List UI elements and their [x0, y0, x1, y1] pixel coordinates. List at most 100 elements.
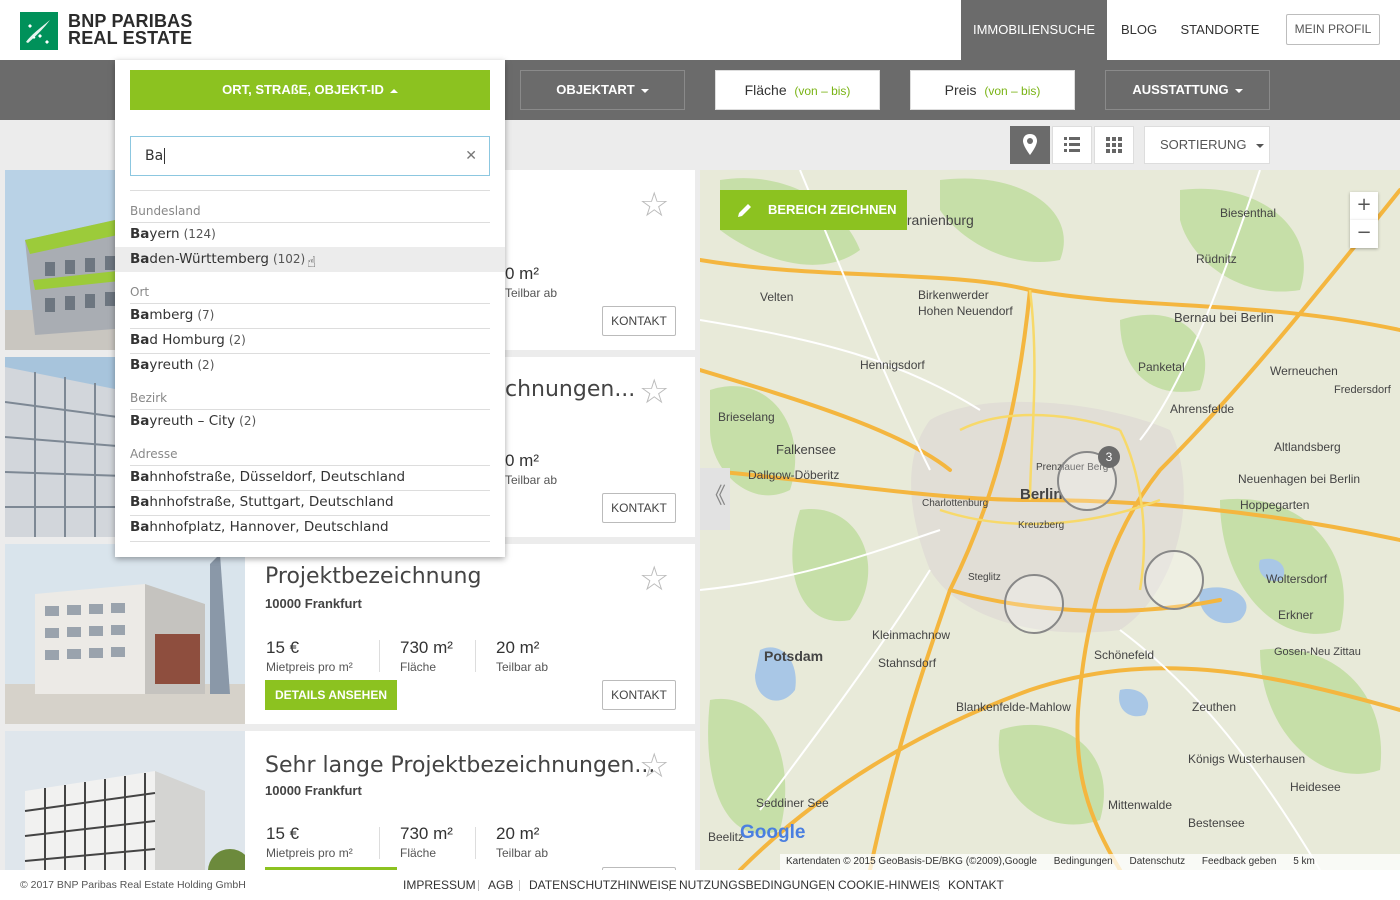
location-filter-label: ORT, STRAßE, OBJEKT-ID [222, 82, 384, 97]
ausstattung-label: AUSSTATTUNG [1132, 82, 1229, 97]
suggestion-item[interactable]: Bahnhofplatz, Hannover, Deutschland [130, 515, 490, 540]
match-text: Ba [130, 226, 150, 242]
zoom-in-button[interactable]: + [1350, 192, 1378, 220]
suggestion-item[interactable]: Baden-Württemberg (102) ☝ [115, 247, 505, 272]
suggestion-item[interactable]: Bad Homburg (2) [130, 328, 490, 353]
match-text: Ba [130, 494, 150, 510]
listing-card[interactable]: Sehr lange Projektbezeichnungen... 10000… [5, 731, 695, 870]
stat-divider [475, 827, 476, 859]
bnp-logo-icon[interactable] [20, 12, 58, 50]
suggestion-text: hnhofplatz, Hannover, Deutschland [149, 519, 389, 535]
footer-link-nutzungsbedingungen[interactable]: NUTZUNGSBEDINGUNGEN [679, 878, 835, 892]
map-view-button[interactable] [1010, 126, 1050, 164]
listing-image[interactable] [5, 731, 245, 870]
footer-link-agb[interactable]: AGB [488, 878, 513, 892]
sort-label: SORTIERUNG [1160, 137, 1247, 152]
pencil-icon [738, 204, 751, 217]
suggestion-text: den-Württemberg [149, 251, 269, 267]
group-label-adresse: Adresse [130, 447, 178, 461]
map-feedback-link[interactable]: Feedback geben [1202, 856, 1277, 867]
contact-button[interactable]: KONTAKT [602, 306, 676, 336]
suggestion-item[interactable]: Bahnhofstraße, Stuttgart, Deutschland [130, 490, 490, 515]
mein-profil-button[interactable]: MEIN PROFIL [1286, 14, 1380, 45]
contact-button[interactable]: KONTAKT [602, 680, 676, 710]
map-privacy-link[interactable]: Datenschutz [1130, 856, 1186, 867]
suggestion-item[interactable]: Bayreuth – City (2) [130, 409, 490, 434]
divisible-value: 0 m² [505, 264, 539, 283]
map-label-ahrensfelde: Ahrensfelde [1170, 402, 1235, 416]
listing-title[interactable]: chnungen... [505, 377, 635, 402]
stat-divider [379, 827, 380, 859]
map-label-blankenfelde: Blankenfelde-Mahlow [956, 700, 1071, 714]
footer-copyright: © 2017 BNP Paribas Real Estate Holding G… [20, 879, 246, 891]
favorite-star-icon[interactable]: ☆ [639, 188, 669, 222]
nav-standorte[interactable]: STANDORTE [1170, 0, 1270, 60]
suggestion-item[interactable]: Bamberg (7) [130, 303, 490, 328]
suggestion-item[interactable]: Bayreuth (2) [130, 353, 490, 378]
map-cluster[interactable] [1144, 550, 1204, 610]
map-label-fredersdorf: Fredersdorf [1334, 384, 1391, 396]
price-value: 15 € [266, 638, 300, 657]
listing-title[interactable]: Projektbezeichnung [265, 564, 481, 589]
google-logo[interactable]: Google [740, 822, 805, 844]
price-stat: 15 € Mietpreis pro m² [266, 824, 353, 860]
favorite-star-icon[interactable]: ☆ [639, 562, 669, 596]
map-label-stahnsdorf: Stahnsdorf [878, 656, 937, 670]
map-label-charlottenburg: Charlottenburg [922, 498, 989, 509]
flaeche-label: Fläche [744, 82, 787, 98]
listing-image[interactable] [5, 544, 245, 724]
suggestion-item[interactable]: Bayern (124) [130, 222, 490, 247]
area-label: Fläche [400, 660, 437, 674]
collapse-list-button[interactable]: 《 [700, 468, 730, 530]
sort-dropdown[interactable]: SORTIERUNG [1144, 126, 1270, 164]
location-search-input[interactable]: Ba ✕ [130, 136, 490, 176]
footer-link-impressum[interactable]: IMPRESSUM [403, 878, 476, 892]
map-label-woltersdorf: Woltersdorf [1266, 572, 1328, 586]
group-label-bundesland: Bundesland [130, 204, 201, 218]
suggestion-item[interactable]: Bahnhofstraße, Düsseldorf, Deutschland [130, 465, 490, 490]
objektart-filter[interactable]: OBJEKTART [520, 70, 685, 110]
price-label: Mietpreis pro m² [266, 660, 353, 674]
listing-city: 10000 Frankfurt [265, 783, 362, 798]
price-value: 15 € [266, 824, 300, 843]
map[interactable]: Berlin Potsdam Bernau bei Berlin Falkens… [700, 170, 1400, 870]
contact-button[interactable]: KONTAKT [602, 493, 676, 523]
listing-city: 10000 Frankfurt [265, 596, 362, 611]
grid-view-button[interactable] [1094, 126, 1134, 164]
listing-card[interactable]: Projektbezeichnung 10000 Frankfurt 15 € … [5, 544, 695, 724]
favorite-star-icon[interactable]: ☆ [639, 375, 669, 409]
suggestion-count: (2) [239, 414, 257, 428]
zoom-out-button[interactable]: − [1350, 220, 1378, 248]
flaeche-filter[interactable]: Fläche (von – bis) [715, 70, 880, 110]
price-label: Mietpreis pro m² [266, 846, 353, 860]
area-stat: 730 m² Fläche [400, 638, 453, 674]
footer-link-kontakt[interactable]: KONTAKT [948, 878, 1004, 892]
footer-link-cookie[interactable]: COOKIE-HINWEIS [838, 878, 940, 892]
clear-icon[interactable]: ✕ [465, 137, 477, 175]
list-view-button[interactable] [1052, 126, 1092, 164]
location-filter-button[interactable]: ORT, STRAßE, OBJEKT-ID [130, 70, 490, 110]
map-cluster[interactable] [1004, 574, 1064, 634]
footer-link-datenschutz[interactable]: DATENSCHUTZHINWEISE [529, 878, 677, 892]
divisible-stat: 0 m² Teilbar ab [505, 264, 557, 300]
cluster-count-badge[interactable]: 3 [1098, 446, 1120, 468]
preis-filter[interactable]: Preis (von – bis) [910, 70, 1075, 110]
header: BNP PARIBAS REAL ESTATE IMMOBILIENSUCHE … [0, 0, 1400, 60]
divisible-label: Teilbar ab [505, 286, 558, 300]
map-label-bernau: Bernau bei Berlin [1174, 310, 1274, 325]
map-label-potsdam: Potsdam [764, 648, 824, 664]
favorite-star-icon[interactable]: ☆ [639, 749, 669, 783]
details-button[interactable]: DETAILS ANSEHEN [265, 680, 397, 710]
suggestion-count: (7) [197, 308, 215, 322]
logo-text[interactable]: BNP PARIBAS REAL ESTATE [68, 12, 193, 47]
nav-immobiliensuche[interactable]: IMMOBILIENSUCHE [961, 0, 1107, 60]
draw-area-button[interactable]: BEREICH ZEICHNEN [720, 190, 907, 230]
nav-blog[interactable]: BLOG [1110, 0, 1168, 60]
listing-title[interactable]: Sehr lange Projektbezeichnungen... [265, 753, 655, 778]
map-terms-link[interactable]: Bedingungen [1054, 856, 1113, 867]
match-text: Ba [130, 357, 150, 373]
ausstattung-filter[interactable]: AUSSTATTUNG [1105, 70, 1270, 110]
map-label-steglitz: Steglitz [968, 572, 1001, 583]
group-label-bezirk: Bezirk [130, 391, 168, 405]
footer-divider [519, 880, 520, 891]
